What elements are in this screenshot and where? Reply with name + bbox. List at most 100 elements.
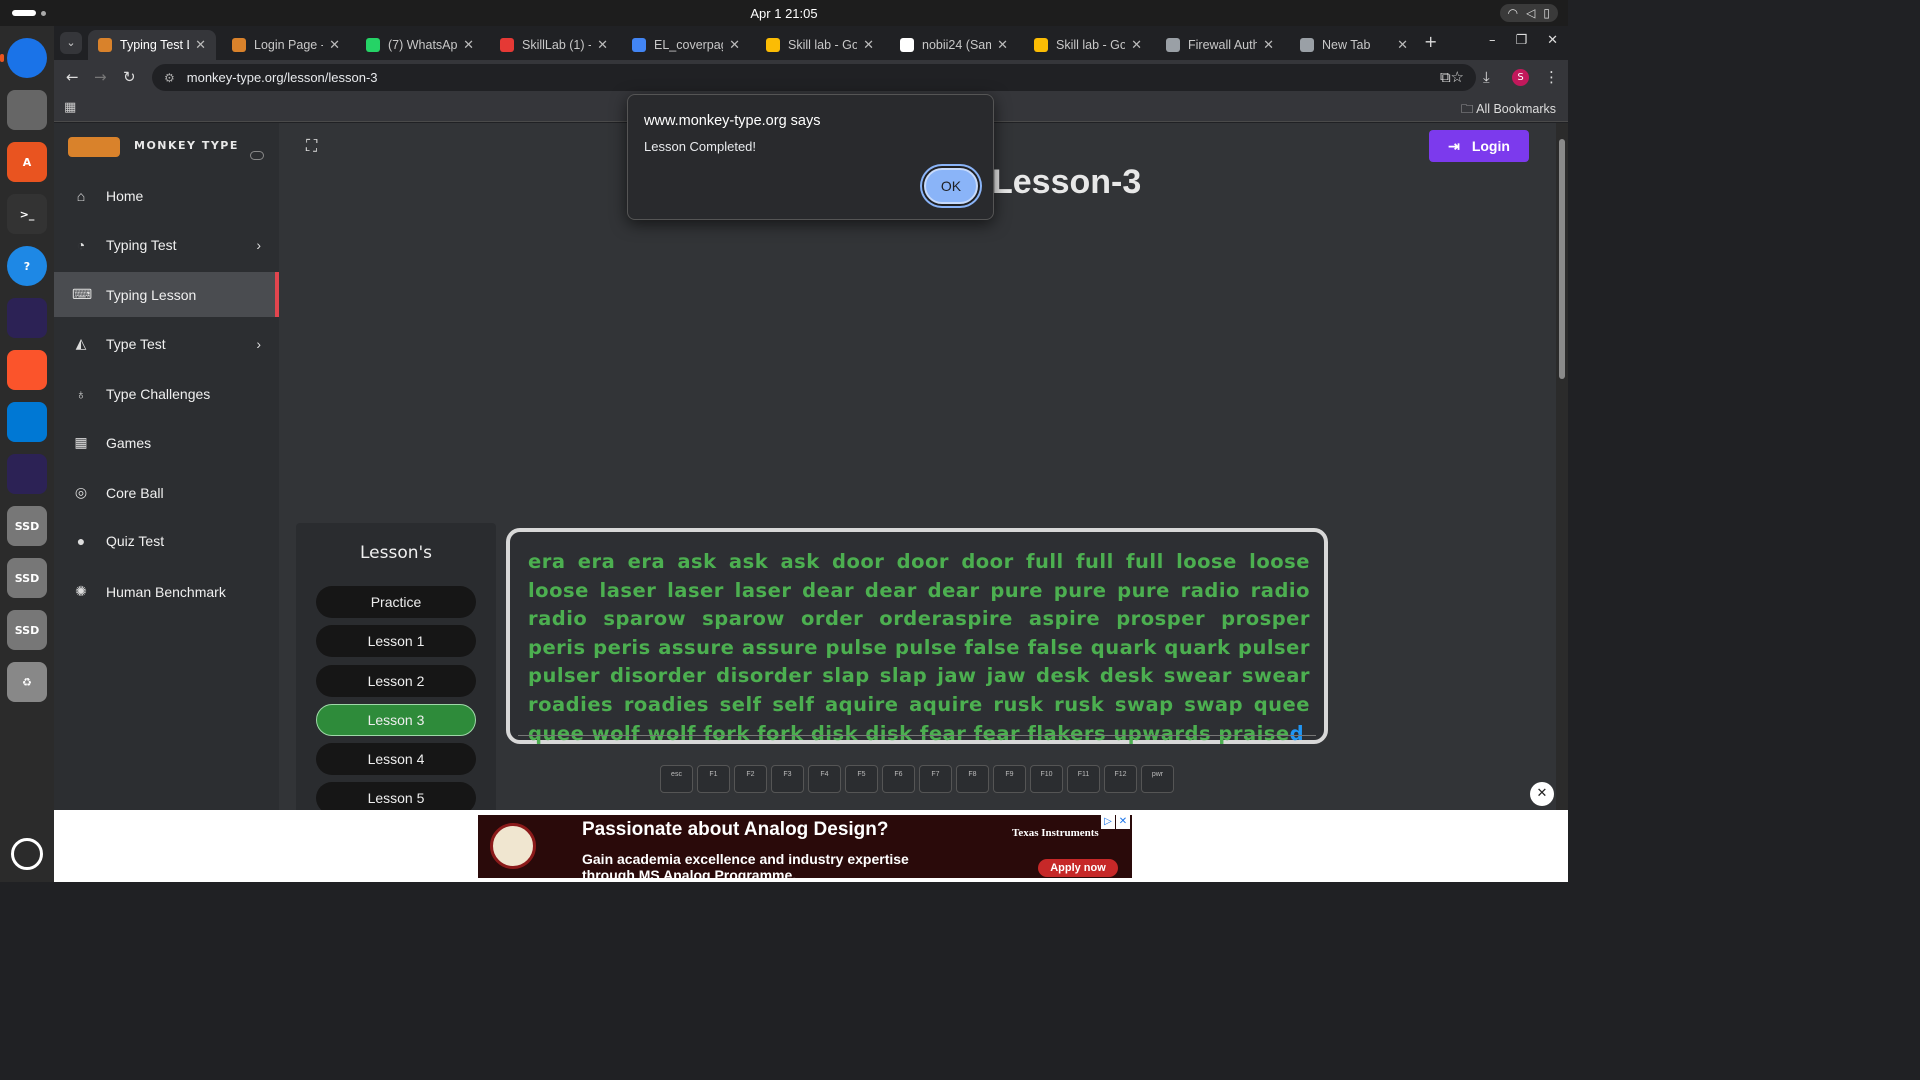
tab-close-icon[interactable]: ✕	[1397, 37, 1408, 53]
typing-divider	[518, 735, 1316, 736]
activities-button[interactable]	[12, 10, 36, 16]
browser-tab[interactable]: (7) WhatsApp ✕	[356, 30, 484, 60]
dock-terminal-icon[interactable]: >_	[7, 194, 47, 234]
menu-kebab-icon[interactable]: ⋮	[1544, 68, 1559, 86]
tab-close-icon[interactable]: ✕	[463, 37, 474, 53]
adchoices-icon[interactable]: ▷	[1101, 815, 1115, 829]
tab-search-chevron-icon[interactable]: ⌄	[60, 32, 82, 54]
lesson-button-practice[interactable]: Practice	[316, 586, 476, 618]
dock-vscode-icon[interactable]	[7, 402, 47, 442]
site-info-icon[interactable]: ⚙	[164, 71, 175, 85]
typing-area[interactable]: era era era ask ask ask door door door f…	[506, 528, 1328, 745]
tab-close-icon[interactable]: ✕	[329, 37, 340, 53]
dock-ssd-1-icon[interactable]: SSD	[7, 506, 47, 546]
tab-close-icon[interactable]: ✕	[195, 37, 206, 53]
institute-seal-icon	[490, 823, 536, 869]
forward-arrow-icon[interactable]: →	[94, 68, 107, 86]
maximize-icon[interactable]: ❐	[1515, 33, 1527, 48]
typed-words: era era era ask ask ask door door door f…	[528, 550, 1310, 745]
login-label: Login	[1471, 138, 1510, 154]
ad-area: ✕ Passionate about Analog Design? Gain a…	[54, 782, 1568, 882]
browser-tab[interactable]: Typing Test Le ✕	[88, 30, 216, 60]
browser-tab[interactable]: EL_coverpage ✕	[622, 30, 750, 60]
browser-tab[interactable]: nobii24 (Sam ✕	[890, 30, 1018, 60]
extensions-icon[interactable]: ⧉	[1440, 68, 1451, 86]
dock-app-center-icon[interactable]: A	[7, 142, 47, 182]
browser-tab[interactable]: Firewall Auth ✕	[1156, 30, 1284, 60]
profile-avatar[interactable]: S	[1512, 69, 1529, 86]
dock-eclipse-icon[interactable]	[7, 298, 47, 338]
download-icon[interactable]: ⤓	[1483, 68, 1490, 86]
tab-close-icon[interactable]: ✕	[1131, 37, 1142, 53]
tab-favicon-icon	[900, 38, 914, 52]
ad-close-x-icon[interactable]: ✕	[1116, 815, 1130, 829]
sidebar-item-core-ball[interactable]: ◎ Core Ball	[54, 470, 279, 515]
sidebar-item-quiz-test[interactable]: ● Quiz Test	[54, 518, 279, 563]
typing-text: era era era ask ask ask door door door f…	[528, 548, 1310, 748]
browser-tab[interactable]: Skill lab - Goo ✕	[1024, 30, 1152, 60]
brand-name: MONKEY TYPE	[134, 139, 239, 152]
clock[interactable]: Apr 1 21:05	[750, 6, 817, 21]
sidebar-item-typing-test[interactable]: ◔ Typing Test ›	[54, 222, 279, 267]
ad-banner[interactable]: Passionate about Analog Design? Gain aca…	[478, 815, 1132, 878]
lesson-button-lesson-1[interactable]: Lesson 1	[316, 625, 476, 657]
sidebar-item-type-test[interactable]: ◭ Type Test ›	[54, 321, 279, 366]
dock-ssd-2-icon[interactable]: SSD	[7, 558, 47, 598]
tab-title: EL_coverpage	[654, 38, 723, 52]
tab-favicon-icon	[98, 38, 112, 52]
monkey-type-logo[interactable]	[68, 137, 120, 157]
close-ad-icon[interactable]: ✕	[1530, 782, 1554, 806]
sidebar-item-human-benchmark[interactable]: ✺ Human Benchmark	[54, 569, 279, 614]
apps-grid-icon[interactable]: ▦	[64, 100, 76, 115]
dock-chrome-icon[interactable]	[0, 38, 47, 78]
tab-close-icon[interactable]: ✕	[729, 37, 740, 53]
scrollbar-thumb[interactable]	[1559, 139, 1565, 379]
sidebar-item-home[interactable]: ⌂ Home	[54, 173, 279, 218]
target-icon: ◎	[74, 484, 88, 500]
login-button[interactable]: ⇥ Login	[1429, 130, 1529, 162]
tab-close-icon[interactable]: ✕	[997, 37, 1008, 53]
browser-tab[interactable]: New Tab ✕	[1290, 30, 1418, 60]
page-scrollbar[interactable]	[1556, 123, 1568, 810]
lesson-button-lesson-3[interactable]: Lesson 3	[316, 704, 476, 736]
tab-close-icon[interactable]: ✕	[863, 37, 874, 53]
browser-tab[interactable]: SkillLab (1) - S ✕	[490, 30, 618, 60]
ad-apply-button[interactable]: Apply now	[1038, 859, 1118, 877]
tab-close-icon[interactable]: ✕	[1263, 37, 1274, 53]
browser-tab[interactable]: Login Page - ​ ✕	[222, 30, 350, 60]
ok-button[interactable]: OK	[924, 168, 978, 204]
tab-title: Skill lab - Goo	[1056, 38, 1126, 52]
browser-tab[interactable]: Skill lab - Goo ✕	[756, 30, 884, 60]
theme-toggle[interactable]	[250, 151, 264, 160]
reload-icon[interactable]: ↻	[123, 68, 136, 86]
fullscreen-icon[interactable]: ⛶	[306, 136, 317, 156]
show-apps-icon[interactable]	[11, 838, 43, 870]
bookmark-star-icon[interactable]: ☆	[1451, 68, 1464, 86]
dock-ssd-3-icon[interactable]: SSD	[7, 610, 47, 650]
close-window-icon[interactable]: ✕	[1547, 33, 1558, 48]
key-f5: F5	[845, 765, 878, 793]
sidebar-item-type-challenges[interactable]: ♁ Type Challenges	[54, 371, 279, 416]
chevron-right-icon: ›	[256, 236, 261, 253]
address-bar[interactable]: ⚙ monkey-type.org/lesson/lesson-3 ☆	[152, 64, 1476, 91]
lesson-button-lesson-4[interactable]: Lesson 4	[316, 743, 476, 775]
sidebar-item-games[interactable]: ▦ Games	[54, 420, 279, 465]
minimize-icon[interactable]: –	[1489, 33, 1496, 48]
dock-trash-icon[interactable]: ♻	[7, 662, 47, 702]
lesson-button-lesson-2[interactable]: Lesson 2	[316, 665, 476, 697]
dock-brave-icon[interactable]	[7, 350, 47, 390]
back-arrow-icon[interactable]: ←	[66, 68, 79, 86]
dock-help-icon[interactable]: ?	[7, 246, 47, 286]
lesson-button-lesson-5[interactable]: Lesson 5	[316, 782, 476, 810]
volume-icon: ◁	[1526, 6, 1536, 20]
ad-line-3: through MS Analog Programme.	[582, 867, 797, 878]
all-bookmarks-button[interactable]: 🗀 All Bookmarks	[1461, 100, 1556, 121]
dock-eclipse-2-icon[interactable]	[7, 454, 47, 494]
system-tray[interactable]: ◠ ◁ ▯	[1499, 4, 1558, 22]
dock-files-icon[interactable]	[7, 90, 47, 130]
sidebar-item-label: Type Challenges	[106, 385, 211, 402]
tab-close-icon[interactable]: ✕	[597, 37, 608, 53]
new-tab-plus-icon[interactable]: +	[1424, 32, 1437, 51]
sidebar-item-typing-lesson[interactable]: ⌨ Typing Lesson	[54, 272, 279, 317]
github-icon: ◔	[76, 236, 86, 253]
